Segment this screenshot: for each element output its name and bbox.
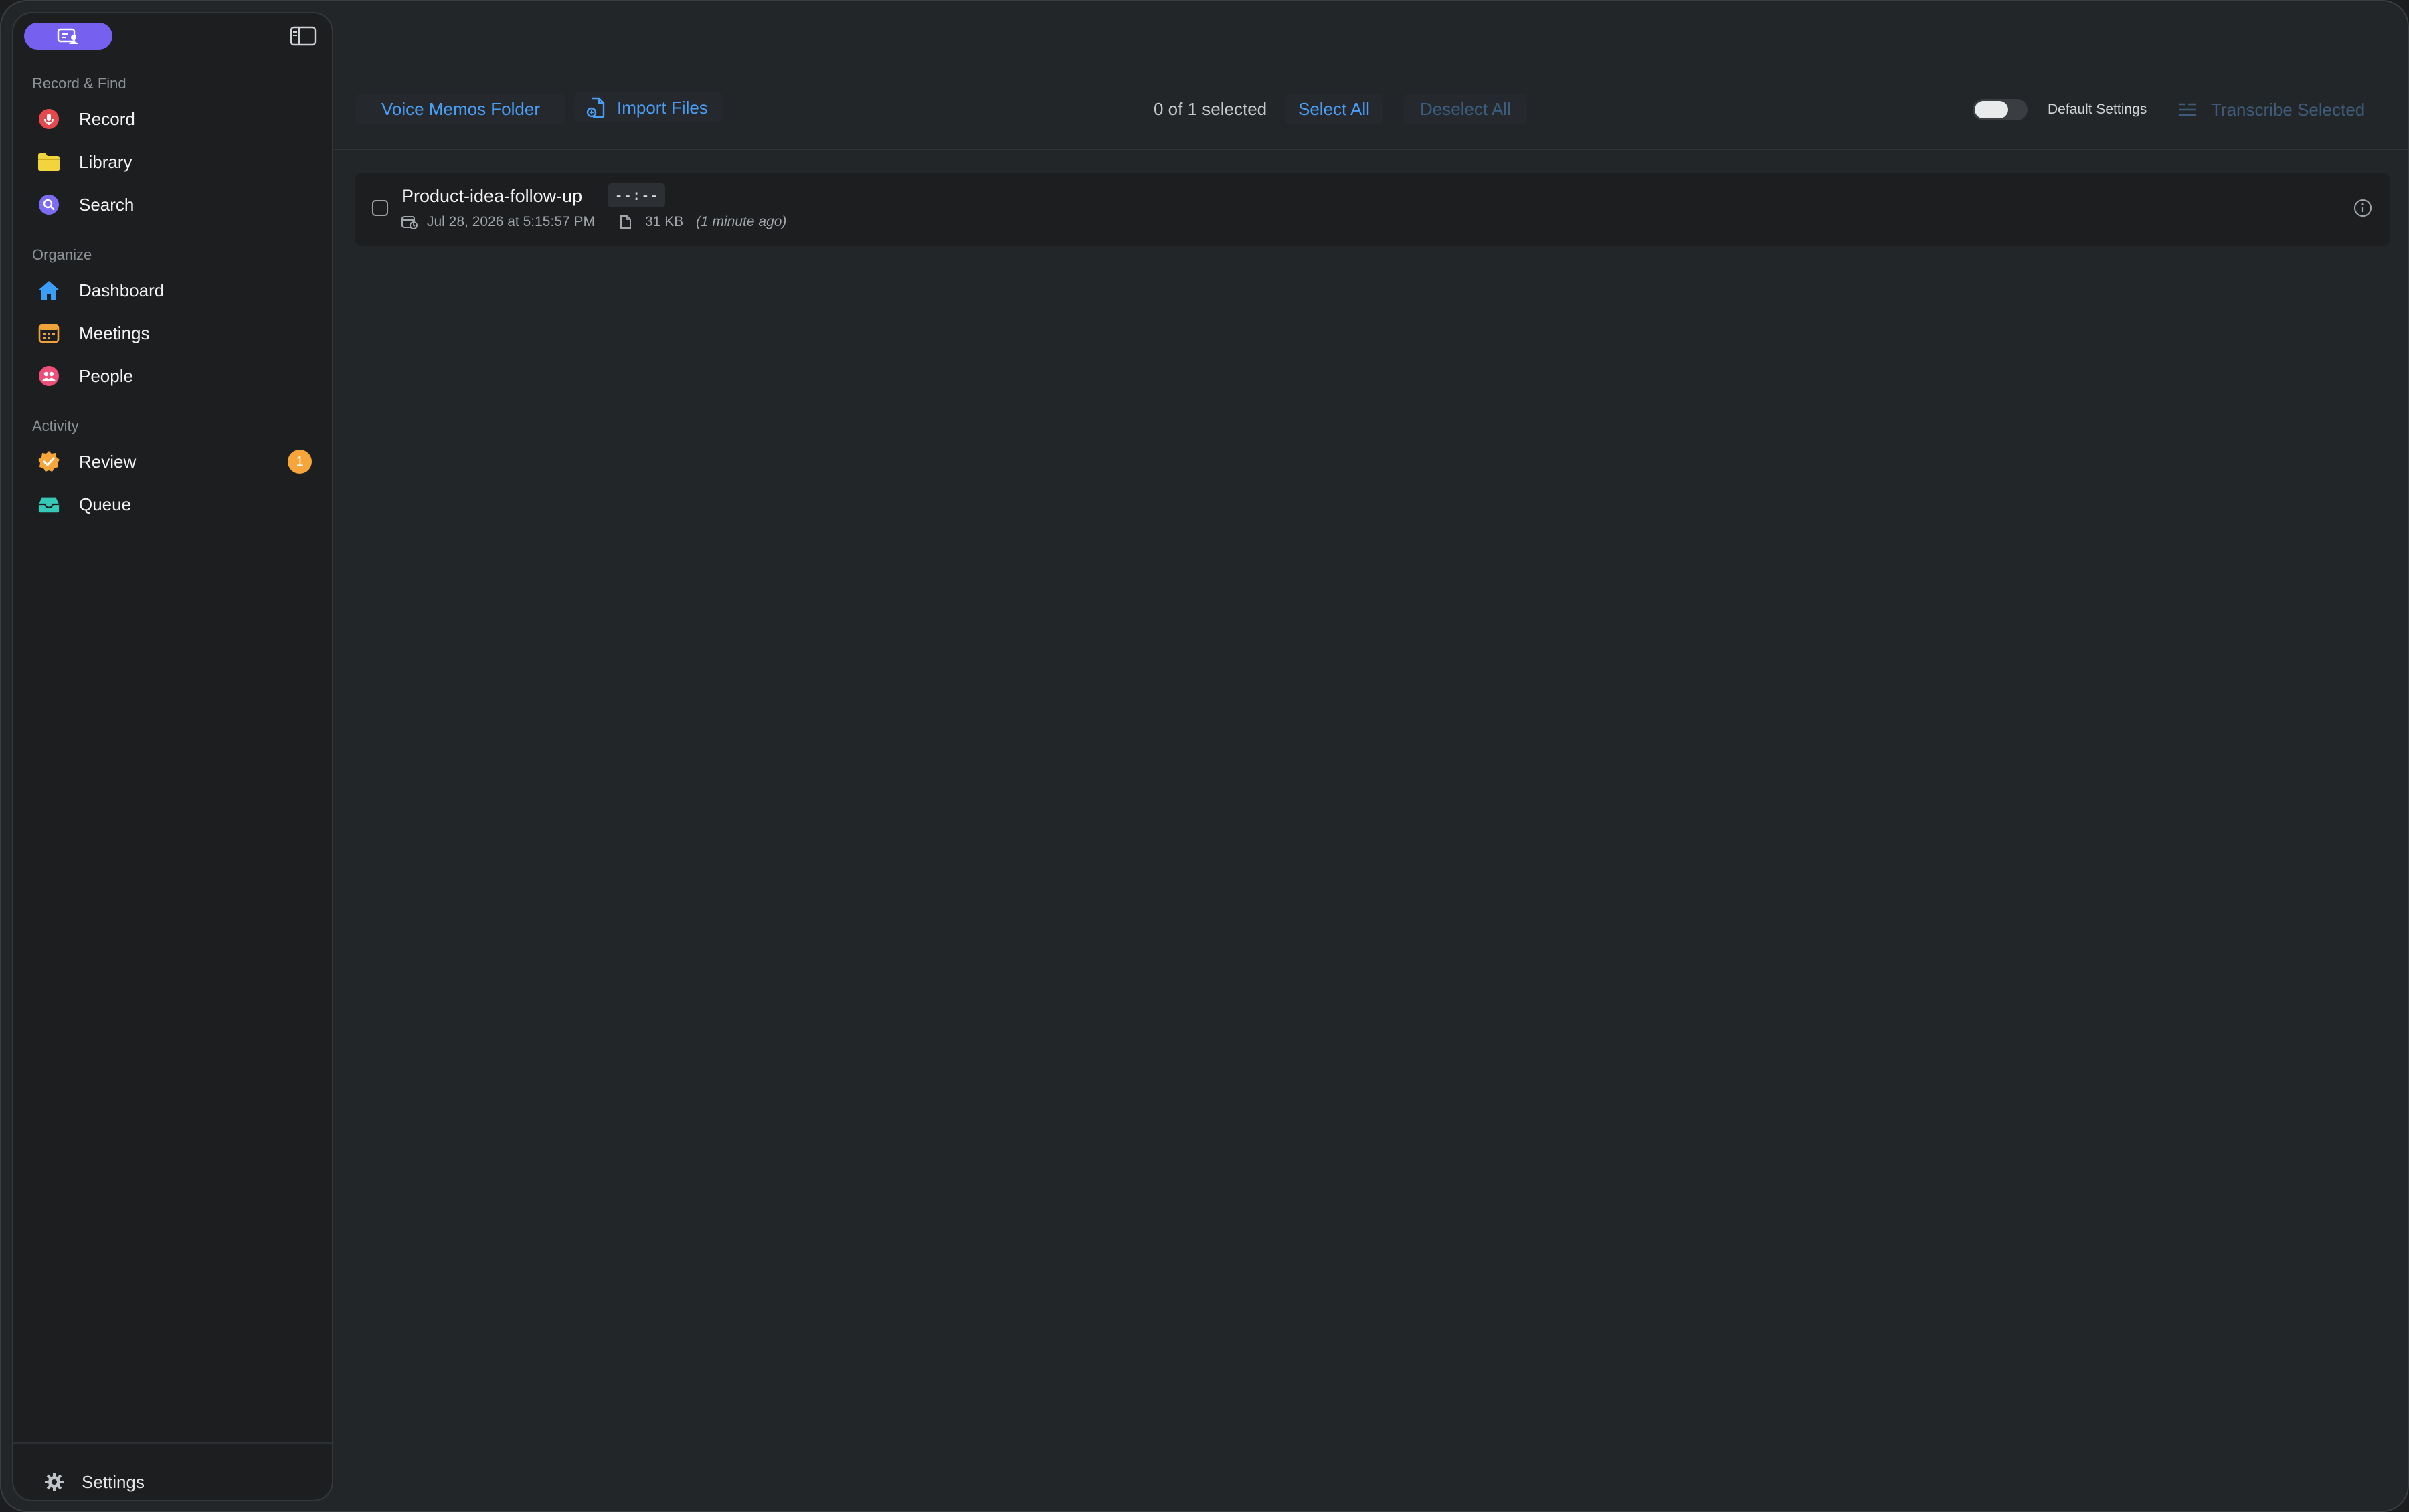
- app-window: Record & Find Record Library Search Orga…: [0, 0, 2409, 1512]
- info-icon: [2354, 199, 2372, 217]
- search-icon: [37, 193, 60, 216]
- voice-memos-folder-button[interactable]: Voice Memos Folder: [356, 94, 565, 124]
- deselect-all-button[interactable]: Deselect All: [1404, 94, 1527, 124]
- import-files-label: Import Files: [617, 97, 708, 118]
- section-label-record-find: Record & Find: [32, 75, 126, 92]
- home-icon: [37, 279, 60, 302]
- sidebar-item-label: Library: [79, 151, 132, 172]
- calendar-icon: [37, 322, 60, 345]
- review-count-badge: 1: [288, 450, 312, 474]
- sidebar-item-label: Dashboard: [79, 280, 165, 300]
- sidebar-item-label: Search: [79, 194, 135, 215]
- sidebar-toggle-button[interactable]: [289, 25, 317, 47]
- inbox-person-icon: [57, 28, 78, 44]
- file-size: 31 KB: [645, 214, 684, 229]
- file-relative-time: (1 minute ago): [696, 214, 787, 229]
- sidebar-item-settings[interactable]: Settings: [43, 1471, 145, 1493]
- sidebar-item-dashboard[interactable]: Dashboard: [37, 274, 319, 306]
- sidebar-item-label: People: [79, 365, 133, 386]
- sidebar-item-queue[interactable]: Queue: [37, 488, 319, 521]
- sidebar-item-library[interactable]: Library: [37, 146, 319, 178]
- import-file-icon: [586, 97, 605, 118]
- file-info-button[interactable]: [2351, 197, 2374, 219]
- gear-icon: [43, 1471, 66, 1493]
- duration-pill: --:--: [608, 183, 666, 207]
- app-switcher-button[interactable]: [24, 23, 112, 50]
- transcribe-selected-button[interactable]: Transcribe Selected: [2177, 95, 2365, 124]
- record-icon: [37, 108, 60, 130]
- sidebar: Record & Find Record Library Search Orga…: [12, 12, 333, 1501]
- people-icon: [37, 365, 60, 387]
- sidebar-toggle-icon: [290, 26, 317, 46]
- sidebar-item-label: Meetings: [79, 322, 150, 343]
- transcribe-selected-label: Transcribe Selected: [2211, 99, 2366, 120]
- sidebar-item-people[interactable]: People: [37, 360, 319, 392]
- calendar-clock-icon: [402, 216, 418, 229]
- sidebar-item-search[interactable]: Search: [37, 189, 319, 221]
- file-date: Jul 28, 2026 at 5:15:57 PM: [427, 214, 596, 229]
- selection-count: 0 of 1 selected: [1154, 99, 1267, 119]
- deselect-all-label: Deselect All: [1420, 98, 1511, 119]
- settings-label: Settings: [82, 1471, 145, 1492]
- toolbar-divider: [333, 149, 2408, 150]
- default-settings-label: Default Settings: [2048, 102, 2147, 117]
- file-row[interactable]: Product-idea-follow-up --:-- Jul 28, 202…: [355, 173, 2390, 246]
- sidebar-item-review[interactable]: Review: [37, 446, 319, 478]
- sidebar-item-meetings[interactable]: Meetings: [37, 317, 319, 349]
- sidebar-divider: [13, 1442, 332, 1444]
- section-label-activity: Activity: [32, 417, 79, 434]
- voice-memos-folder-label: Voice Memos Folder: [381, 98, 540, 119]
- sidebar-item-label: Review: [79, 451, 137, 472]
- review-badge-icon: [37, 450, 60, 473]
- transcribe-lines-icon: [2178, 103, 2197, 116]
- inbox-tray-icon: [37, 493, 60, 516]
- folder-icon: [37, 151, 60, 173]
- select-all-label: Select All: [1298, 98, 1370, 119]
- file-date-meta: Jul 28, 2026 at 5:15:57 PM: [402, 214, 595, 230]
- import-files-button[interactable]: Import Files: [574, 92, 723, 123]
- sidebar-item-label: Record: [79, 108, 135, 129]
- sidebar-item-record[interactable]: Record: [37, 103, 319, 135]
- section-label-organize: Organize: [32, 246, 92, 263]
- file-size-meta: 31 KB: [620, 214, 683, 230]
- file-name: Product-idea-follow-up: [402, 186, 583, 206]
- default-settings-toggle[interactable]: [1973, 99, 2028, 120]
- select-all-button[interactable]: Select All: [1285, 94, 1383, 124]
- toggle-knob: [1975, 101, 2008, 118]
- sidebar-item-label: Queue: [79, 494, 132, 514]
- document-icon: [620, 215, 631, 229]
- file-select-checkbox[interactable]: [372, 200, 388, 216]
